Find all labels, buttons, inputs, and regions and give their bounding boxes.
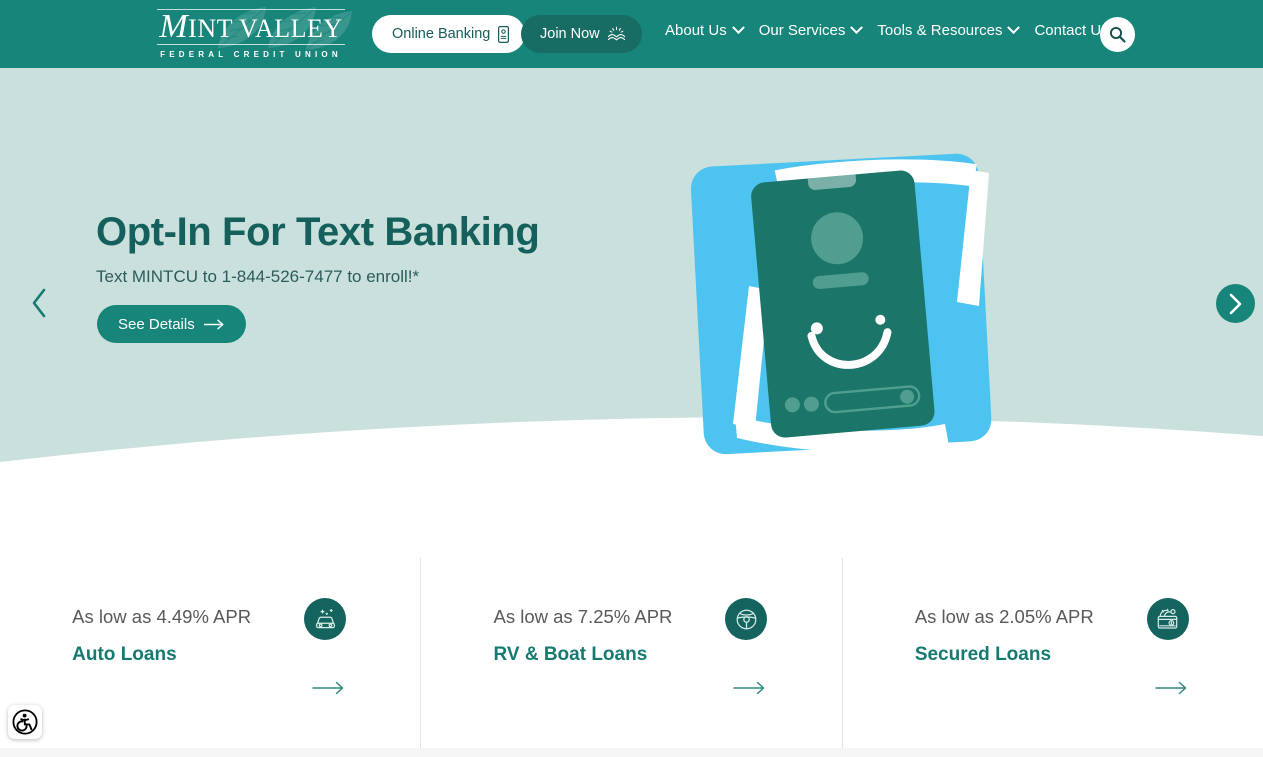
site-logo[interactable]: MINT VALLEY FEDERAL CREDIT UNION [146, 4, 356, 62]
loan-title: Auto Loans [72, 644, 177, 665]
loan-rate: As low as 4.49% APR [72, 606, 252, 627]
loan-title: Secured Loans [914, 644, 1052, 665]
carousel-prev-button[interactable] [20, 284, 58, 322]
logo-initial: M [159, 8, 189, 45]
loan-card-rv-boat[interactable]: As low as 7.25% APR RV & Boat Loans [420, 558, 841, 748]
carousel-next-button[interactable] [1216, 284, 1255, 323]
chevron-down-icon [850, 21, 864, 35]
loan-card-arrow-rv-boat[interactable] [733, 678, 767, 698]
loan-card-auto[interactable]: As low as 4.49% APR Auto Loans [0, 558, 420, 748]
nav-label: Contact Us [1034, 22, 1109, 39]
search-icon [1109, 26, 1126, 43]
join-now-label: Join Now [540, 26, 600, 42]
car-sparkle-icon [304, 598, 347, 640]
online-banking-label: Online Banking [392, 26, 491, 42]
arrow-right-icon [203, 319, 224, 329]
loan-rate: As low as 2.05% APR [914, 606, 1094, 627]
nav-label: About Us [665, 22, 727, 39]
loan-card-secured[interactable]: As low as 2.05% APR Secured Loans [841, 558, 1263, 748]
page-root: MINT VALLEY FEDERAL CREDIT UNION Online … [0, 0, 1263, 757]
wheelchair-accessibility-icon [12, 709, 38, 735]
logo-wordmark: MINT VALLEY [157, 8, 345, 45]
loan-rate-cards: As low as 4.49% APR Auto Loans As low as… [0, 558, 1263, 748]
loan-card-arrow-secured[interactable] [1155, 678, 1189, 698]
chevron-left-icon [32, 288, 45, 318]
chevron-right-icon [1229, 293, 1242, 314]
online-banking-button[interactable]: Online Banking [372, 15, 526, 53]
page-bottom-strip [0, 748, 1263, 757]
hero-title: Opt-In For Text Banking [96, 210, 540, 254]
see-details-label: See Details [118, 315, 195, 333]
nav-label: Our Services [758, 22, 846, 39]
mobile-phone-icon [498, 25, 510, 43]
see-details-button[interactable]: See Details [97, 305, 246, 343]
main-navigation: About Us Our Services Tools & Resources … [657, 21, 1117, 39]
logo-tagline: FEDERAL CREDIT UNION [160, 50, 342, 59]
nav-item-our-services[interactable]: Our Services [751, 21, 870, 39]
join-now-button[interactable]: Join Now [521, 15, 642, 53]
loan-card-arrow-auto[interactable] [312, 678, 346, 698]
hero-carousel: Opt-In For Text Banking Text MINTCU to 1… [0, 68, 1263, 540]
nav-item-about-us[interactable]: About Us [657, 21, 751, 39]
search-button[interactable] [1100, 17, 1135, 52]
site-header: MINT VALLEY FEDERAL CREDIT UNION Online … [0, 0, 1263, 68]
loan-rate: As low as 7.25% APR [493, 606, 673, 627]
hero-subtitle: Text MINTCU to 1-844-526-7477 to enroll!… [96, 267, 420, 286]
steering-wheel-icon [725, 598, 768, 640]
wallet-money-icon [1146, 598, 1189, 640]
logo-name-rest: INT VALLEY [188, 14, 343, 43]
nav-item-tools-resources[interactable]: Tools & Resources [869, 21, 1026, 39]
smiling-phone-text-banking-illustration [690, 153, 992, 455]
chevron-down-icon [1007, 21, 1021, 35]
nav-label: Tools & Resources [877, 22, 1003, 39]
accessibility-button[interactable] [8, 705, 42, 739]
chevron-down-icon [731, 21, 745, 35]
hands-sparkle-icon [607, 26, 625, 40]
hero-background [0, 68, 1263, 540]
loan-title: RV & Boat Loans [493, 644, 648, 665]
